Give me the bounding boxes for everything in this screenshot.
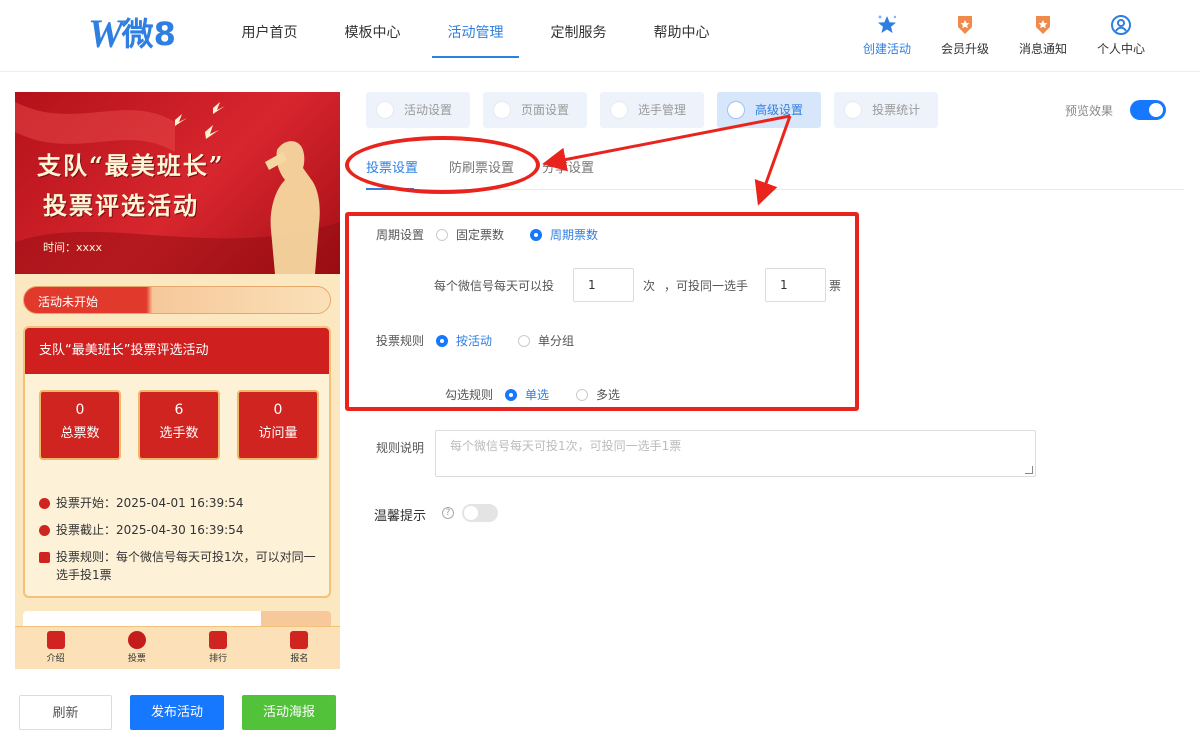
stat-total-votes: 0 总票数: [39, 390, 121, 460]
activity-poster-button[interactable]: 活动海报: [242, 695, 336, 730]
warm-tip-label: 温馨提示: [374, 509, 427, 524]
member-badge-icon: [958, 16, 972, 34]
info-text: 投票开始：2025-04-01 16:39:54: [56, 496, 244, 510]
mobile-preview: 支队“最美班长” 投票评选活动 时间：xxxx 活动未开始 支队“最美班长”投票…: [15, 92, 340, 669]
info-vote-start: 投票开始：2025-04-01 16:39:54: [39, 490, 323, 517]
tab-label: 介绍: [46, 654, 65, 664]
star-sparkle-icon: [878, 15, 897, 33]
preview-effect-toggle[interactable]: [1130, 100, 1166, 120]
preview-tabbar: 介绍 投票 排行 报名: [15, 626, 340, 669]
nav-help-center[interactable]: 帮助中心: [630, 0, 733, 72]
info-vote-rule: 投票规则：每个微信号每天可投1次，可以对同一选手投1票: [39, 548, 323, 584]
tab-activity-settings[interactable]: 活动设置: [366, 92, 471, 128]
logo[interactable]: W 微8: [88, 12, 176, 56]
bottom-actions: 刷新 发布活动 活动海报: [19, 695, 336, 730]
banner-title: 支队“最美班长” 投票评选活动: [37, 146, 225, 226]
notifications-button[interactable]: 消息通知: [1004, 12, 1082, 57]
tab-vote-statistics[interactable]: 投票统计: [834, 92, 939, 128]
personal-center-button[interactable]: 个人中心: [1082, 12, 1160, 57]
tab-label: 页面设置: [521, 103, 570, 117]
tab-label: 投票统计: [872, 103, 921, 117]
tab-player-management[interactable]: 选手管理: [600, 92, 705, 128]
sliders-icon: [727, 101, 746, 119]
member-upgrade-button[interactable]: 会员升级: [926, 12, 1004, 57]
edit-icon: [290, 631, 309, 649]
annotation-ellipse: [345, 136, 540, 194]
user-circle-icon: [1111, 15, 1131, 35]
rule-description-textarea[interactable]: 每个微信号每天可投1次，可投同一选手1票: [435, 430, 1036, 477]
logo-text: 微8: [121, 15, 176, 53]
notification-badge-icon: [1036, 16, 1050, 34]
tab-page-settings[interactable]: 页面设置: [483, 92, 588, 128]
logo-mark: W: [88, 11, 124, 56]
tab-signup[interactable]: 报名: [259, 627, 340, 669]
activity-title: 支队“最美班长”投票评选活动: [25, 328, 329, 374]
nav-user-home[interactable]: 用户首页: [218, 0, 321, 72]
nav-activity-management[interactable]: 活动管理: [424, 0, 527, 72]
activity-status: 活动未开始: [38, 295, 99, 309]
notifications-label: 消息通知: [1018, 42, 1067, 56]
vote-icon: [127, 631, 146, 649]
user-icon: [610, 101, 629, 119]
help-icon[interactable]: ?: [442, 507, 454, 519]
clock-icon: [39, 525, 50, 536]
tab-share-settings[interactable]: 分享设置: [542, 157, 594, 176]
info-text: 投票截止：2025-04-30 16:39:54: [56, 523, 244, 537]
bar-chart-icon: [209, 631, 228, 649]
stat-players: 6 选手数: [138, 390, 220, 460]
stats-icon: [844, 101, 863, 119]
annotation-rectangle: [345, 212, 859, 411]
banner-title-line1: 支队“最美班长”: [37, 151, 225, 180]
tab-intro[interactable]: 介绍: [15, 627, 96, 669]
stat-value: 0: [273, 402, 283, 418]
personal-center-label: 个人中心: [1096, 42, 1145, 56]
activity-status-bar: 活动未开始: [23, 286, 331, 314]
info-text: 投票规则：每个微信号每天可投1次，可以对同一选手投1票: [56, 550, 316, 582]
warm-tip-toggle[interactable]: [462, 504, 498, 522]
refresh-button[interactable]: 刷新: [19, 695, 112, 730]
stat-visits: 0 访问量: [237, 390, 319, 460]
tab-label: 报名: [290, 654, 309, 664]
stat-value: 6: [174, 402, 184, 418]
page-icon: [493, 101, 512, 119]
header-actions: 创建活动 会员升级 消息通知 个人中心: [848, 12, 1160, 57]
book-icon: [46, 631, 65, 649]
member-upgrade-label: 会员升级: [940, 42, 989, 56]
tab-label: 活动设置: [404, 103, 453, 117]
preview-banner: 支队“最美班长” 投票评选活动 时间：xxxx: [15, 92, 340, 274]
banner-time: 时间：xxxx: [43, 241, 103, 254]
publish-activity-button[interactable]: 发布活动: [130, 695, 224, 730]
tab-label: 投票: [127, 654, 146, 664]
tab-label: 选手管理: [638, 103, 687, 117]
tab-label: 高级设置: [755, 103, 804, 117]
nav-template-center[interactable]: 模板中心: [321, 0, 424, 72]
top-header: W 微8 用户首页 模板中心 活动管理 定制服务 帮助中心 创建活动 会员升级 …: [0, 0, 1200, 72]
nav-custom-service[interactable]: 定制服务: [527, 0, 630, 72]
tab-vote[interactable]: 投票: [96, 627, 177, 669]
activity-info: 投票开始：2025-04-01 16:39:54 投票截止：2025-04-30…: [39, 490, 323, 584]
banner-title-line2: 投票评选活动: [43, 191, 199, 220]
textarea-placeholder: 每个微信号每天可投1次，可投同一选手1票: [450, 439, 682, 453]
main-nav: 用户首页 模板中心 活动管理 定制服务 帮助中心: [218, 0, 733, 72]
stat-label: 总票数: [60, 426, 100, 441]
tab-ranking[interactable]: 排行: [178, 627, 259, 669]
stat-value: 0: [75, 402, 85, 418]
preview-effect-label: 预览效果: [1065, 104, 1114, 118]
info-vote-end: 投票截止：2025-04-30 16:39:54: [39, 517, 323, 544]
stats-row: 0 总票数 6 选手数 0 访问量: [39, 390, 319, 460]
tab-advanced-settings[interactable]: 高级设置: [717, 92, 822, 128]
rule-icon: [39, 552, 50, 563]
stat-label: 访问量: [258, 426, 298, 441]
tab-label: 排行: [209, 654, 228, 664]
rule-description-label: 规则说明: [376, 441, 425, 455]
heart-icon: [376, 101, 394, 119]
create-activity-button[interactable]: 创建活动: [848, 12, 926, 57]
stat-label: 选手数: [159, 426, 199, 441]
clock-icon: [39, 498, 50, 509]
resize-handle-icon[interactable]: [1025, 466, 1033, 474]
create-activity-label: 创建活动: [862, 42, 911, 56]
settings-tabs: 活动设置 页面设置 选手管理 高级设置 投票统计: [366, 92, 951, 128]
activity-card: 支队“最美班长”投票评选活动 0 总票数 6 选手数 0 访问量 投票开始：20…: [23, 326, 331, 598]
